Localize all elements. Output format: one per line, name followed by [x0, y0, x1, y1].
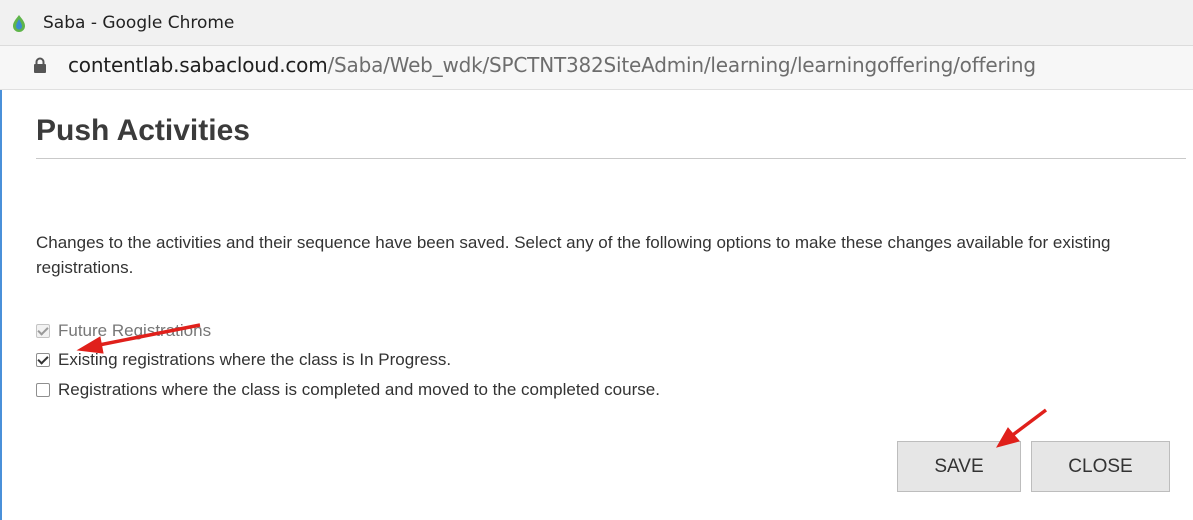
url-text[interactable]: contentlab.sabacloud.com/Saba/Web_wdk/SP… [68, 53, 1036, 77]
option-label: Future Registrations [58, 321, 212, 340]
window-frame-edge [0, 90, 2, 520]
lock-icon [34, 57, 46, 73]
option-future-registrations: Future Registrations [36, 319, 211, 343]
completed-moved-checkbox[interactable] [36, 383, 50, 397]
existing-in-progress-checkbox[interactable] [36, 353, 50, 367]
option-label[interactable]: Existing registrations where the class i… [58, 350, 451, 370]
saba-app-icon [13, 15, 25, 32]
window-title: Saba - Google Chrome [43, 13, 235, 33]
future-registrations-checkbox [36, 324, 50, 338]
option-existing-in-progress[interactable]: Existing registrations where the class i… [36, 348, 451, 372]
browser-title-bar: Saba - Google Chrome [0, 0, 1193, 46]
info-message: Changes to the activities and their sequ… [36, 233, 1111, 277]
close-button[interactable]: CLOSE [1031, 441, 1170, 492]
option-label[interactable]: Registrations where the class is complet… [58, 380, 660, 400]
title-divider [36, 158, 1186, 159]
dialog-title: Push Activities [36, 114, 250, 147]
save-button[interactable]: SAVE [897, 441, 1021, 492]
url-host: contentlab.sabacloud.com [68, 53, 328, 77]
option-completed-moved[interactable]: Registrations where the class is complet… [36, 378, 660, 402]
url-path: /Saba/Web_wdk/SPCTNT382SiteAdmin/learnin… [327, 53, 1037, 77]
